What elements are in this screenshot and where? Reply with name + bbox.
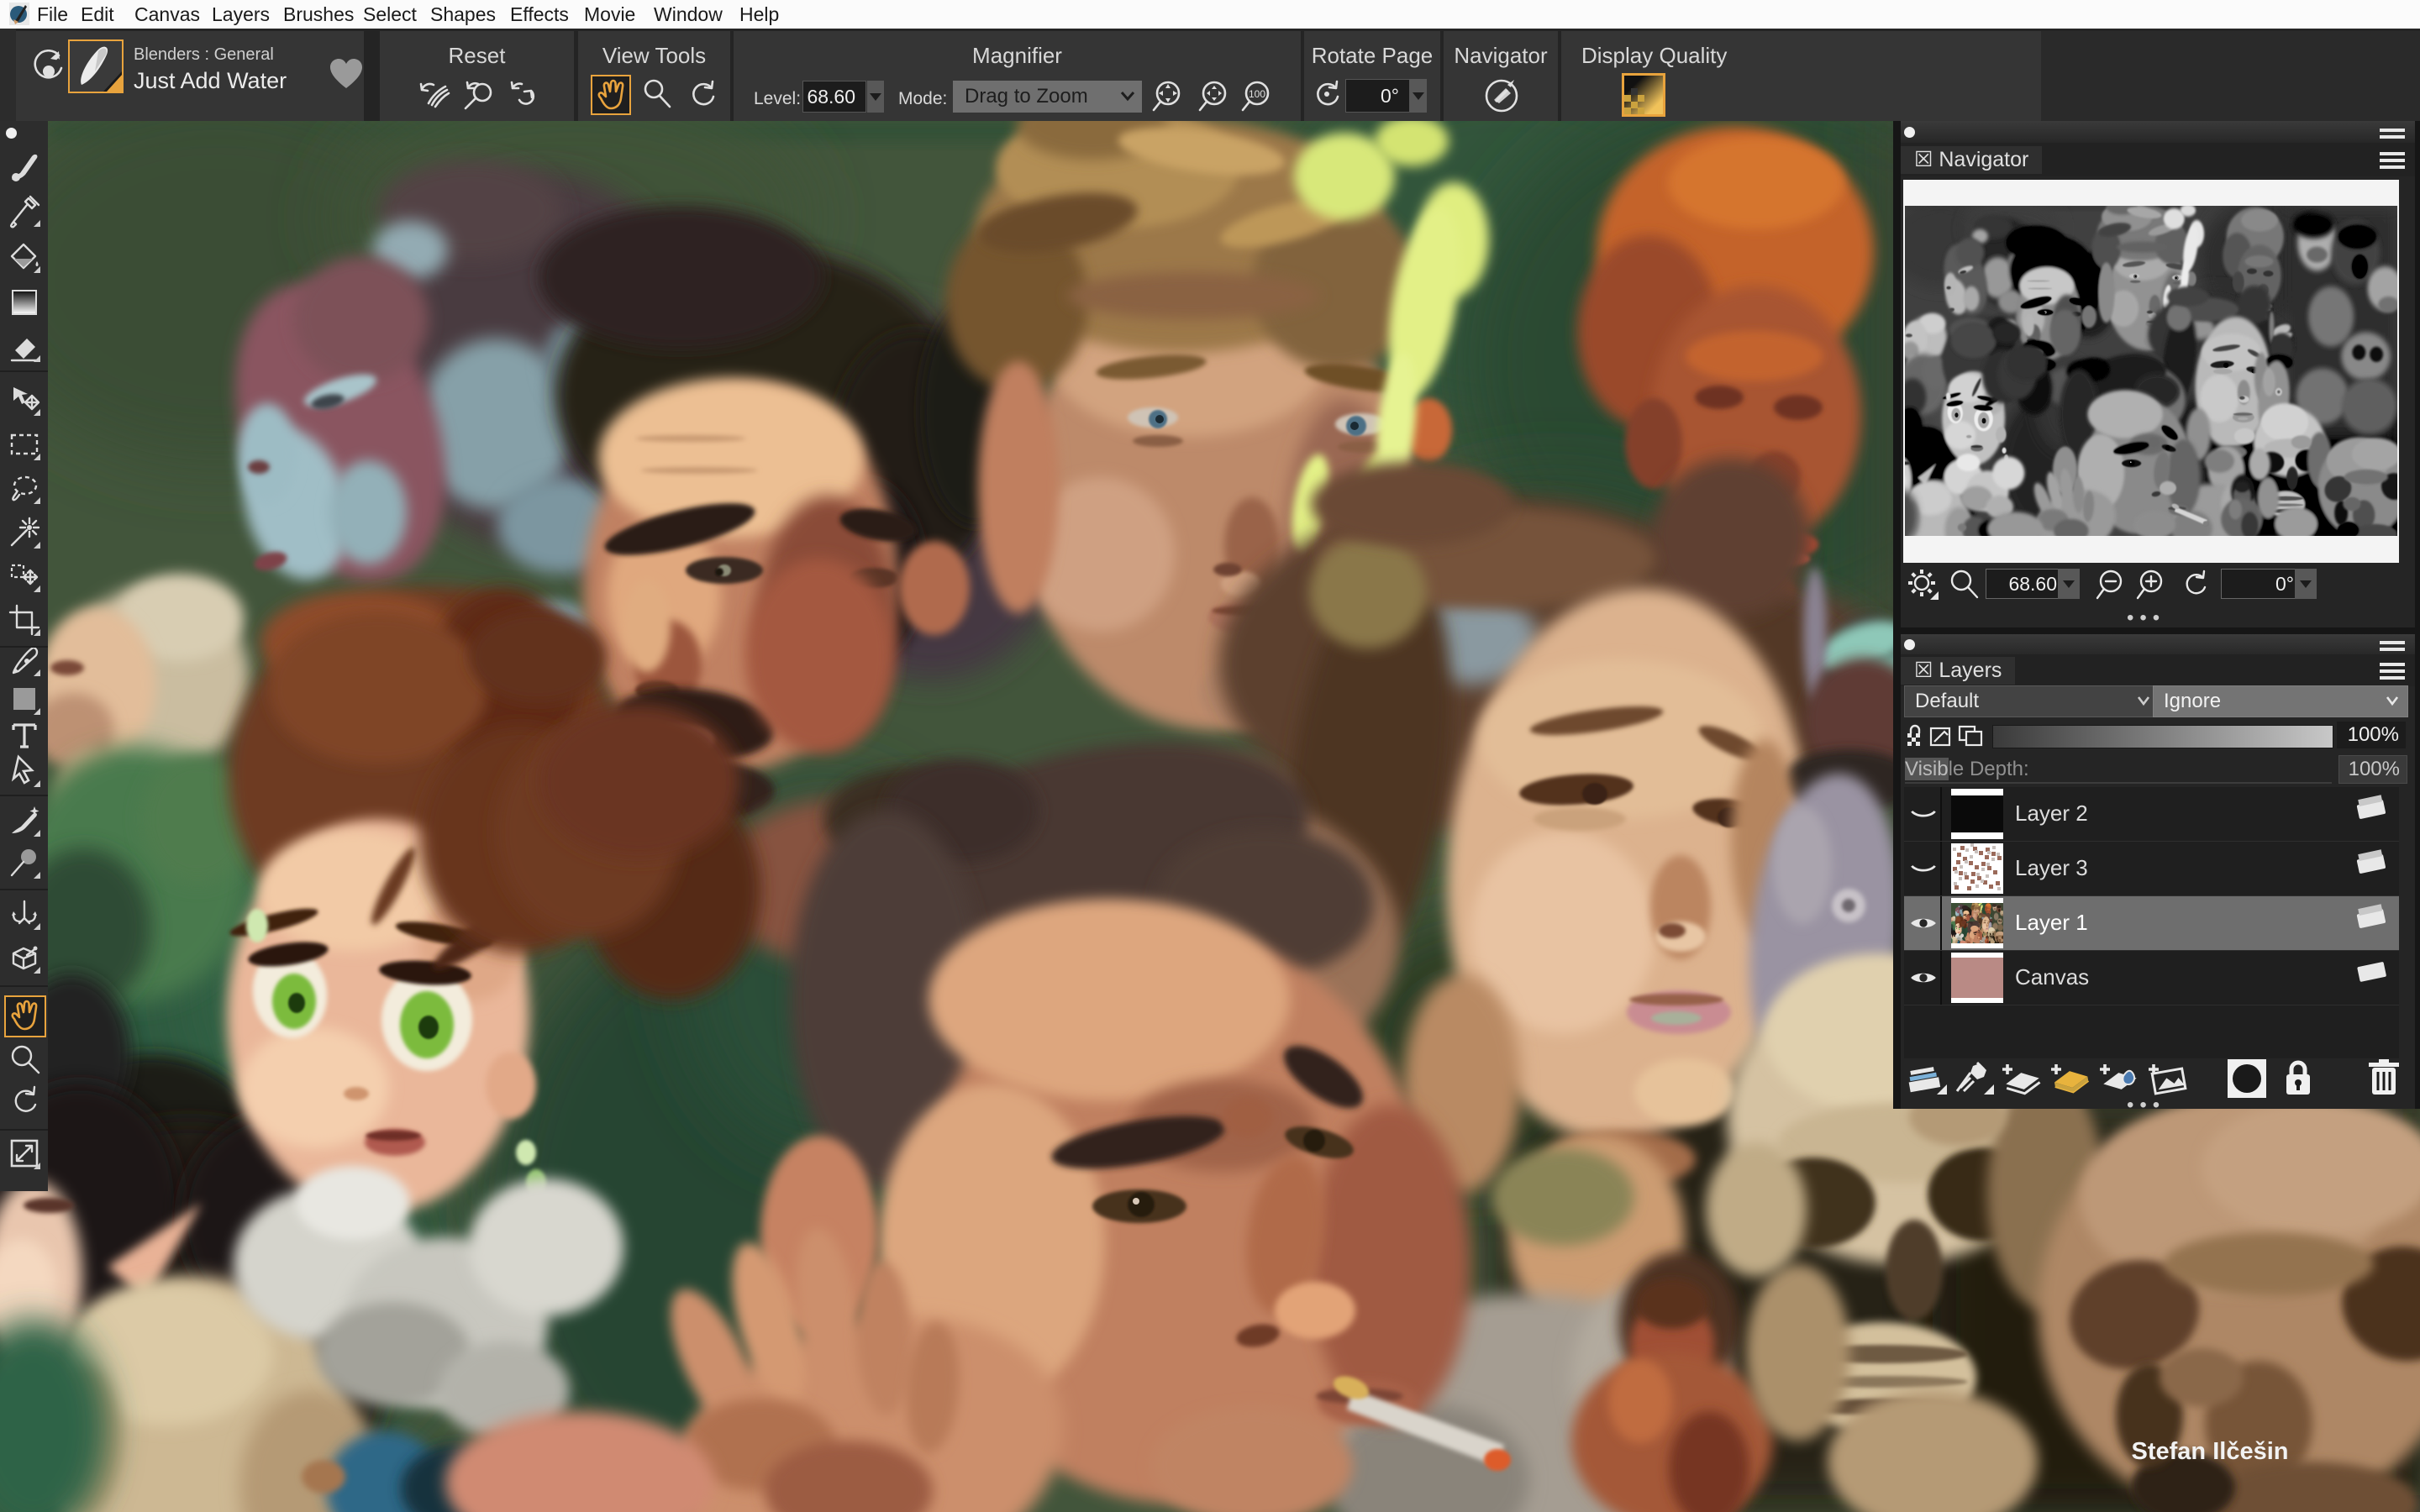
svg-text:100: 100 [1249, 88, 1265, 100]
